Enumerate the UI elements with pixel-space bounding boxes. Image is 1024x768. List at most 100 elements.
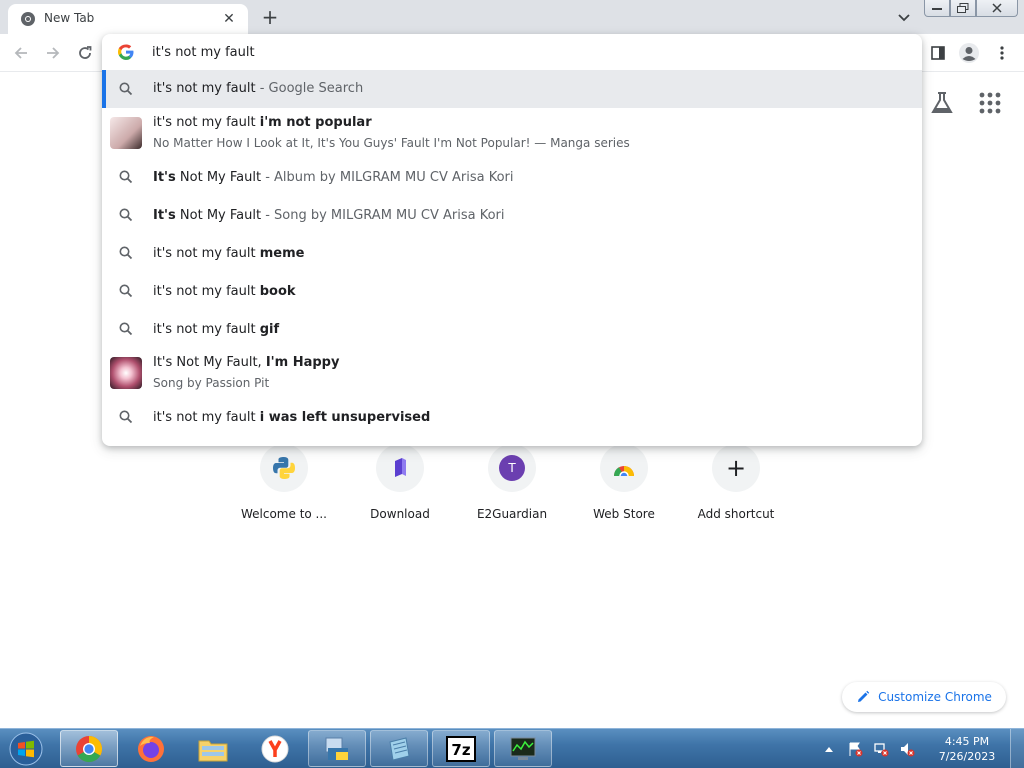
suggestion-suffix: - Song by MILGRAM MU CV Arisa Kori [261,208,505,223]
chrome-menu-button[interactable] [990,41,1014,65]
omnibox-input[interactable] [152,42,852,62]
start-button[interactable] [6,731,46,767]
minimize-button[interactable] [924,0,950,17]
shortcut-tile[interactable]: Web Store [568,444,680,534]
shortcut-icon-circle [260,444,308,492]
shortcut-tile[interactable]: T E2Guardian [456,444,568,534]
tab-title: New Tab [44,11,95,25]
yandex-browser-icon [261,735,289,762]
suggestion-bold: I'm Happy [265,355,340,370]
restore-icon [957,3,969,13]
tab-search-chevron-icon[interactable] [894,8,914,28]
suggestion-text: it's not my fault gif [153,322,279,337]
taskbar-chrome[interactable] [60,730,118,767]
suggestion-prefix: Not My Fault [175,208,262,223]
forward-arrow-icon [47,47,60,59]
suggestion-row[interactable]: it's not my fault i was left unsupervise… [102,398,922,436]
suggestion-row[interactable]: it's not my fault book [102,272,922,310]
suggestion-text: it's not my fault i'm not popular [153,115,372,130]
suggestion-row[interactable]: it's not my fault i'm not popular No Mat… [102,108,922,158]
suggestion-text: It's Not My Fault - Song by MILGRAM MU C… [153,208,505,223]
side-panel-icon [931,46,945,60]
tab-new-tab[interactable]: New Tab ✕ [8,4,248,34]
song-thumbnail-icon [110,357,142,389]
suggestion-row[interactable]: it's not my fault - Google Search [102,70,922,108]
chrome-labs-flask-icon[interactable] [929,90,955,116]
action-center-icon[interactable] [846,740,864,758]
kebab-menu-icon [1000,46,1004,60]
flag-error-icon [849,742,863,756]
reload-button[interactable] [73,41,97,65]
suggestion-prefix: It's Not My Fault, [153,355,266,370]
close-window-button[interactable] [976,0,1018,17]
reload-icon [79,46,92,59]
notepad-icon [389,736,410,761]
suggestion-suffix: - Album by MILGRAM MU CV Arisa Kori [261,170,514,185]
taskbar-yandex[interactable] [246,730,304,767]
suggestion-prefix: it's not my fault [153,284,260,299]
suggestion-bold: It's [153,208,176,223]
monitor-chart-icon [510,737,536,760]
plus-icon: + [725,454,747,482]
shortcut-tile[interactable]: Welcome to ... [228,444,340,534]
search-icon [119,170,133,184]
suggestion-prefix: it's not my fault [153,81,256,96]
network-icon[interactable] [872,740,890,758]
back-button[interactable] [9,41,33,65]
add-shortcut-button[interactable]: + Add shortcut [680,444,792,534]
side-panel-button[interactable] [926,41,950,65]
clock-time: 4:45 PM [944,734,990,748]
show-desktop-button[interactable] [1010,729,1024,768]
e2guardian-letter: T [508,461,516,475]
suggestion-prefix: it's not my fault [153,246,260,261]
shortcut-icon-circle [376,444,424,492]
shortcut-label: Welcome to ... [240,507,327,521]
omnibox[interactable] [102,34,922,70]
network-error-icon [874,742,889,756]
windows-taskbar: 7z 4:45 PM 7/26/2023 [0,728,1024,768]
system-tray: 4:45 PM 7/26/2023 [820,729,1024,768]
tab-close-icon[interactable]: ✕ [220,10,238,28]
suggestion-bold: It's [153,170,176,185]
taskbar-python-installer[interactable] [308,730,366,767]
volume-icon[interactable] [898,740,916,758]
svg-text:7z: 7z [451,741,470,759]
suggestion-prefix: it's not my fault [153,410,260,425]
search-icon [119,410,133,424]
suggestion-row[interactable]: It's Not My Fault - Album by MILGRAM MU … [102,158,922,196]
new-tab-button[interactable]: + [258,6,282,30]
customize-chrome-button[interactable]: Customize Chrome [842,682,1006,712]
chrome-icon [21,12,35,26]
suggestion-row[interactable]: it's not my fault gif [102,310,922,348]
show-hidden-icons-button[interactable] [820,740,838,758]
close-icon [992,3,1002,13]
google-apps-grid-icon[interactable] [979,92,1001,114]
taskbar-notepad-app[interactable] [370,730,428,767]
chrome-icon [76,735,103,762]
system-clock[interactable]: 4:45 PM 7/26/2023 [924,734,1010,764]
profile-avatar-icon [959,43,979,63]
suggestion-bold: i was left unsupervised [259,410,431,425]
shortcut-tile[interactable]: Download [344,444,456,534]
taskbar-7zip[interactable]: 7z [432,730,490,767]
suggestion-row[interactable]: it's not my fault meme [102,234,922,272]
restore-button[interactable] [950,0,976,17]
taskbar-firefox[interactable] [122,730,180,767]
profile-button[interactable] [957,41,981,65]
customize-chrome-label: Customize Chrome [878,690,992,704]
e2guardian-icon: T [499,455,525,481]
taskbar-task-manager[interactable] [494,730,552,767]
clock-date: 7/26/2023 [938,749,996,763]
minimize-icon [932,8,942,10]
shortcut-icon-circle [600,444,648,492]
suggestion-row[interactable]: It's Not My Fault - Song by MILGRAM MU C… [102,196,922,234]
suggestion-text: it's not my fault book [153,284,296,299]
suggestion-row[interactable]: It's Not My Fault, I'm Happy Song by Pas… [102,348,922,398]
suggestion-text: it's not my fault - Google Search [153,81,363,96]
google-g-icon [118,44,134,60]
folder-icon [198,740,228,761]
window-controls [924,0,1018,18]
forward-button[interactable] [41,41,65,65]
search-icon [119,322,133,336]
taskbar-file-explorer[interactable] [184,730,242,767]
